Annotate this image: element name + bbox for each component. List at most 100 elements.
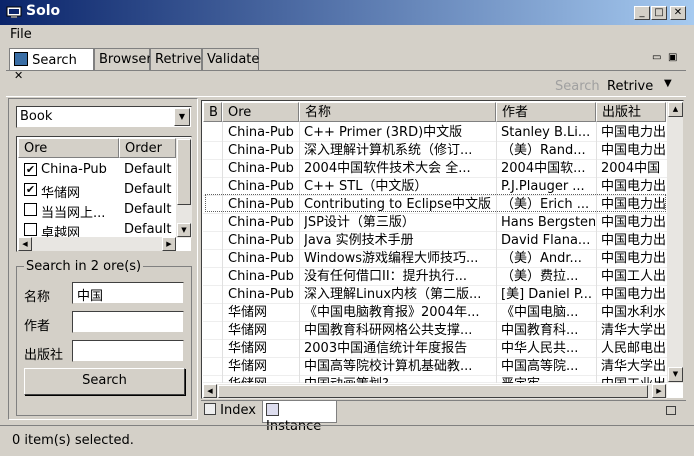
results-header-b[interactable]: B: [203, 102, 222, 122]
ore-order: Default: [124, 182, 172, 197]
search-button[interactable]: Search: [24, 368, 185, 395]
minimize-button[interactable]: _: [634, 6, 650, 20]
title-bar: [0, 0, 694, 25]
scroll-up-icon[interactable]: ▲: [668, 102, 683, 117]
table-cell: David Flana...: [501, 233, 591, 248]
table-cell: 华储网: [228, 305, 268, 320]
table-cell: 《中国电脑...: [501, 305, 579, 320]
ore-name: 华储网: [41, 186, 81, 201]
table-cell: 中华人民共...: [501, 341, 579, 356]
results-header-author[interactable]: 作者: [496, 102, 596, 122]
scroll-down-icon[interactable]: ▼: [668, 367, 683, 382]
results-header-ore[interactable]: Ore: [222, 102, 299, 122]
tab-search[interactable]: Search ✕: [9, 48, 94, 82]
table-cell: China-Pub: [228, 161, 294, 176]
column-divider: [222, 122, 223, 383]
ore-checkbox[interactable]: ✔: [24, 183, 37, 196]
ore-header-order[interactable]: Order: [119, 138, 176, 158]
menu-file[interactable]: File: [10, 27, 32, 42]
table-cell: 2004中国软...: [501, 161, 586, 176]
tab-instance[interactable]: Instance: [262, 401, 337, 434]
ore-name: 当当网上...: [41, 206, 106, 221]
tab-validate[interactable]: Validate: [202, 48, 259, 70]
table-cell: China-Pub: [228, 143, 294, 158]
table-cell: 中国水利水: [601, 305, 665, 320]
ore-order: Default: [124, 202, 172, 217]
table-cell: 2004中国: [601, 161, 661, 176]
table-cell: 中国教育科研网格公共支撑...: [304, 323, 473, 338]
panel-maximize-icon[interactable]: [666, 406, 676, 415]
ore-checkbox[interactable]: ✔: [24, 163, 37, 176]
tab-index-label: Index: [220, 403, 256, 418]
name-input-value: 中国: [77, 289, 104, 304]
name-label: 名称: [24, 290, 51, 305]
view-menu-icon[interactable]: ▼: [664, 78, 672, 89]
publisher-input[interactable]: [72, 340, 184, 362]
scroll-right-icon[interactable]: ▶: [652, 384, 666, 398]
column-divider: [596, 122, 597, 383]
results-header-name[interactable]: 名称: [299, 102, 496, 122]
status-text: 0 item(s) selected.: [12, 433, 134, 448]
tab-instance-label: Instance: [266, 419, 322, 434]
ore-order: Default: [124, 222, 172, 237]
column-divider: [299, 122, 300, 383]
ore-checkbox[interactable]: [24, 203, 37, 216]
table-cell: C++ Primer (3RD)中文版: [304, 125, 463, 140]
search-tab-icon: [14, 52, 28, 66]
ore-header-ore[interactable]: Ore: [18, 138, 119, 158]
ore-name: 卓越网: [41, 226, 81, 238]
ore-name: China-Pub: [41, 162, 107, 177]
table-cell: （美）费拉...: [501, 269, 579, 284]
table-cell: 没有任何借口II：提升执行...: [304, 269, 468, 284]
table-cell: 中国教育科...: [501, 323, 579, 338]
tab-browser[interactable]: Browser: [94, 48, 152, 70]
app-icon: [6, 6, 22, 18]
toolbar-divider: [6, 96, 686, 97]
table-cell: 《中国电脑教育报》2004年...: [304, 305, 480, 320]
view-minimize-icon[interactable]: ▭: [652, 52, 661, 63]
table-cell: 中国电力出: [601, 143, 665, 158]
tab-validate-label: Validate: [207, 52, 260, 67]
tab-index[interactable]: Index: [204, 403, 256, 418]
results-header-publisher[interactable]: 出版社: [596, 102, 666, 122]
scroll-down-icon[interactable]: ▼: [177, 223, 191, 237]
table-cell: 清华大学出: [601, 359, 665, 374]
ore-checkbox[interactable]: [24, 223, 37, 236]
table-cell: Hans Bergsten: [501, 215, 595, 230]
ore-order: Default: [124, 162, 172, 177]
menu-bar: [0, 25, 694, 45]
toolbar-search[interactable]: Search: [555, 79, 600, 94]
table-cell: JSP设计（第三版）: [304, 215, 415, 230]
publisher-label: 出版社: [24, 348, 64, 363]
results-scroll-thumb[interactable]: [218, 385, 648, 398]
ore-scroll-thumb[interactable]: [177, 139, 191, 205]
table-cell: （美）Rand...: [501, 143, 586, 158]
table-cell: China-Pub: [228, 125, 294, 140]
table-cell: （美）Andr...: [501, 251, 582, 266]
source-select-value: Book: [20, 109, 53, 124]
table-cell: 中国工人出: [601, 269, 665, 284]
table-cell: Stanley B.Li...: [501, 125, 591, 140]
table-cell: 清华大学出: [601, 323, 665, 338]
toolbar-retrive[interactable]: Retrive: [607, 79, 653, 94]
scroll-left-icon[interactable]: ◀: [203, 384, 217, 398]
table-cell: 中国电力出: [601, 251, 665, 266]
tab-search-label: Search: [32, 53, 77, 68]
table-cell: 中国电力出: [601, 125, 665, 140]
chevron-down-icon[interactable]: ▼: [174, 108, 190, 126]
author-input[interactable]: [72, 311, 184, 333]
table-cell: 深入理解计算机系统（修订...: [304, 143, 473, 158]
view-restore-icon[interactable]: ▣: [668, 52, 677, 63]
scroll-left-icon[interactable]: ◀: [18, 237, 32, 251]
author-label: 作者: [24, 319, 51, 334]
scroll-right-icon[interactable]: ▶: [162, 237, 176, 251]
maximize-button[interactable]: □: [651, 6, 667, 20]
tab-retrive[interactable]: Retrive: [150, 48, 202, 70]
close-window-button[interactable]: ✕: [670, 6, 686, 20]
table-cell: 深入理解Linux内核（第二版...: [304, 287, 482, 302]
focused-row-outline: [205, 194, 666, 212]
table-cell: China-Pub: [228, 251, 294, 266]
table-cell: 人民邮电出: [601, 341, 665, 356]
results-vertical-scrollbar[interactable]: [667, 102, 683, 383]
ore-horizontal-scrollbar[interactable]: [18, 237, 176, 251]
